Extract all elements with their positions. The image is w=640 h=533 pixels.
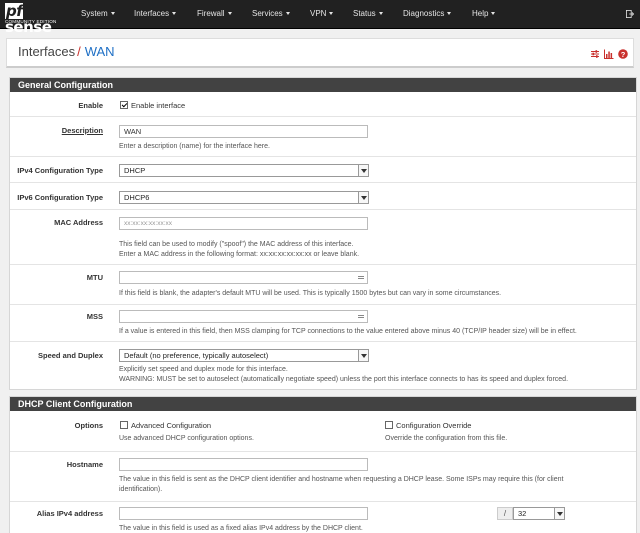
- description-input[interactable]: WAN: [119, 125, 368, 138]
- mtu-input[interactable]: [119, 271, 368, 284]
- sliders-icon[interactable]: [590, 49, 600, 59]
- mtu-help: If this field is blank, the adapter's de…: [119, 290, 502, 297]
- mac-address-help-1: This field can be used to modify ("spoof…: [119, 241, 354, 248]
- panel-heading: DHCP Client Configuration: [10, 397, 636, 411]
- enable-row: Enable Enable interface: [10, 92, 636, 116]
- nav-status-menu[interactable]: Status: [353, 9, 383, 18]
- ipv4-type-select[interactable]: DHCP: [119, 164, 369, 177]
- page-header: Interfaces / WAN ?: [6, 38, 634, 68]
- chevron-down-icon: [554, 508, 564, 519]
- mtu-row: MTU If this field is blank, the adapter'…: [10, 264, 636, 304]
- nav-firewall-menu[interactable]: Firewall: [197, 9, 232, 18]
- general-configuration-panel: General Configuration Enable Enable inte…: [9, 77, 637, 390]
- alias-prefix-select[interactable]: 32: [513, 507, 565, 520]
- mac-address-label: MAC Address: [54, 218, 103, 227]
- advanced-configuration-label: Advanced Configuration: [131, 421, 212, 430]
- chevron-down-icon: [358, 350, 368, 361]
- advanced-configuration-checkbox[interactable]: [120, 421, 128, 429]
- breadcrumb-parent: Interfaces: [18, 44, 76, 59]
- breadcrumb-separator: /: [77, 44, 81, 59]
- nav-vpn-menu[interactable]: VPN: [310, 9, 334, 18]
- mss-input[interactable]: [119, 310, 368, 323]
- speed-duplex-help-1: Explicitly set speed and duplex mode for…: [119, 366, 288, 373]
- configuration-override-help: Override the configuration from this fil…: [385, 435, 508, 442]
- breadcrumb: Interfaces / WAN: [18, 44, 115, 59]
- ipv6-type-select[interactable]: DHCP6: [119, 191, 369, 204]
- chevron-down-icon: [329, 12, 334, 15]
- alias-ipv4-row: Alias IPv4 address / 32 The value in thi…: [10, 501, 636, 533]
- help-icon[interactable]: ?: [618, 49, 628, 59]
- speed-duplex-help-2: WARNING: MUST be set to autoselect (auto…: [119, 376, 569, 383]
- spinner-icon[interactable]: [358, 276, 364, 279]
- nav-diagnostics-menu[interactable]: Diagnostics: [403, 9, 452, 18]
- chevron-down-icon: [285, 12, 290, 15]
- chevron-down-icon: [227, 12, 232, 15]
- description-help: Enter a description (name) for the inter…: [119, 143, 270, 150]
- dhcp-client-configuration-panel: DHCP Client Configuration Options Advanc…: [9, 396, 637, 533]
- mss-label: MSS: [86, 312, 103, 321]
- options-row: Options Advanced Configuration Use advan…: [10, 411, 636, 451]
- alias-ipv4-help: The value in this field is used as a fix…: [119, 525, 363, 532]
- advanced-configuration-help: Use advanced DHCP configuration options.: [119, 435, 254, 442]
- hostname-help-1: The value in this field is sent as the D…: [119, 476, 564, 483]
- chevron-down-icon: [358, 192, 368, 203]
- ipv4-type-label: IPv4 Configuration Type: [17, 166, 103, 175]
- hostname-row: Hostname The value in this field is sent…: [10, 451, 636, 501]
- hostname-input[interactable]: [119, 458, 368, 471]
- chevron-down-icon: [110, 12, 115, 15]
- top-navbar: pfsense COMMUNITY EDITION System Interfa…: [0, 0, 640, 36]
- cidr-separator: /: [497, 507, 513, 520]
- configuration-override-checkbox[interactable]: [385, 421, 393, 429]
- chevron-down-icon: [491, 12, 496, 15]
- description-row: Description WAN Enter a description (nam…: [10, 116, 636, 156]
- enable-label: Enable: [78, 101, 103, 110]
- logo-wordmark: pfsense: [5, 2, 52, 36]
- chevron-down-icon: [358, 165, 368, 176]
- mac-address-help-2: Enter a MAC address in the following for…: [119, 251, 360, 258]
- nav-help-menu[interactable]: Help: [472, 9, 496, 18]
- bar-chart-icon[interactable]: [604, 49, 614, 59]
- panel-heading: General Configuration: [10, 78, 636, 92]
- speed-duplex-select[interactable]: Default (no preference, typically autose…: [119, 349, 369, 362]
- logout-icon[interactable]: [626, 10, 634, 18]
- nav-services-menu[interactable]: Services: [252, 9, 290, 18]
- enable-interface-label: Enable interface: [131, 101, 186, 110]
- mac-address-input[interactable]: xx:xx:xx:xx:xx:xx: [119, 217, 368, 230]
- alias-ipv4-label: Alias IPv4 address: [36, 509, 103, 518]
- logo-edition: COMMUNITY EDITION: [5, 19, 57, 24]
- ipv4-type-row: IPv4 Configuration Type DHCP: [10, 156, 636, 182]
- mac-address-row: MAC Address xx:xx:xx:xx:xx:xx This field…: [10, 209, 636, 264]
- mss-row: MSS If a value is entered in this field,…: [10, 304, 636, 341]
- speed-duplex-row: Speed and Duplex Default (no preference,…: [10, 341, 636, 391]
- chevron-down-icon: [447, 12, 452, 15]
- breadcrumb-current[interactable]: WAN: [85, 44, 115, 59]
- enable-interface-checkbox[interactable]: [120, 101, 128, 109]
- mss-help: If a value is entered in this field, the…: [119, 328, 577, 335]
- alias-ipv4-input[interactable]: [119, 507, 368, 520]
- nav-system-menu[interactable]: System: [81, 9, 115, 18]
- svg-text:?: ?: [621, 50, 626, 59]
- chevron-down-icon: [172, 12, 177, 15]
- mtu-label: MTU: [86, 273, 103, 282]
- configuration-override-label: Configuration Override: [396, 421, 472, 430]
- ipv6-type-label: IPv6 Configuration Type: [17, 193, 103, 202]
- hostname-help-2: identification).: [119, 486, 163, 493]
- description-label: Description: [61, 126, 103, 135]
- pfsense-logo[interactable]: pfsense COMMUNITY EDITION: [5, 2, 67, 36]
- speed-duplex-label: Speed and Duplex: [37, 351, 103, 360]
- hostname-label: Hostname: [66, 460, 103, 469]
- ipv6-type-row: IPv6 Configuration Type DHCP6: [10, 182, 636, 209]
- spinner-icon[interactable]: [358, 315, 364, 318]
- nav-interfaces-menu[interactable]: Interfaces: [134, 9, 177, 18]
- chevron-down-icon: [378, 12, 383, 15]
- options-label: Options: [74, 421, 103, 430]
